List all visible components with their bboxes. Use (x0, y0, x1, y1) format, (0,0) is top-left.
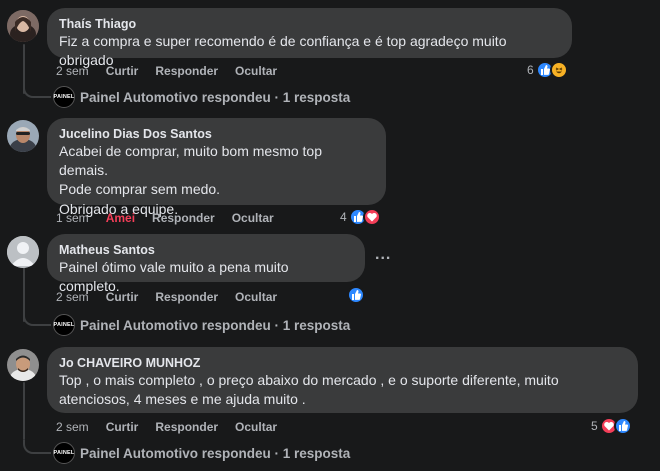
like-button[interactable]: Curtir (106, 290, 139, 304)
avatar[interactable] (7, 120, 39, 152)
love-reaction-button[interactable]: Amei (106, 211, 135, 225)
reply-button[interactable]: Responder (155, 64, 218, 78)
like-button[interactable]: Curtir (106, 64, 139, 78)
reply-summary[interactable]: Painel Automotivo respondeu · 1 resposta (80, 446, 350, 461)
comment-actions: 2 sem Curtir Responder Ocultar (56, 419, 294, 435)
hide-button[interactable]: Ocultar (235, 290, 277, 304)
comment-author[interactable]: Thaís Thiago (59, 16, 560, 32)
hide-button[interactable]: Ocultar (232, 211, 274, 225)
comment-timestamp[interactable]: 2 sem (56, 290, 89, 304)
reaction-count: 4 (340, 210, 347, 224)
comment-timestamp[interactable]: 1 sem (56, 211, 89, 225)
avatar[interactable] (7, 10, 39, 42)
comment-author[interactable]: Jo CHAVEIRO MUNHOZ (59, 355, 626, 371)
comment-bubble: Jo CHAVEIRO MUNHOZ Top , o mais completo… (47, 347, 638, 413)
comment-timestamp[interactable]: 2 sem (56, 420, 89, 434)
comment-text: atenciosos, 4 meses e me ajuda muito . (59, 391, 306, 407)
avatar[interactable] (7, 349, 39, 381)
haha-icon (549, 61, 568, 79)
hide-button[interactable]: Ocultar (235, 64, 277, 78)
comment-author[interactable]: Matheus Santos (59, 242, 353, 258)
page-avatar: PAINEL (53, 314, 75, 336)
comment-actions: 2 sem Curtir Responder Ocultar (56, 63, 294, 79)
reaction-count: 5 (591, 419, 598, 433)
comment-text: Acabei de comprar, muito bom mesmo top d… (59, 143, 323, 178)
like-icon (347, 286, 365, 304)
reply-button[interactable]: Responder (155, 420, 218, 434)
replies-link[interactable]: PAINEL Painel Automotivo respondeu · 1 r… (53, 442, 350, 464)
page-avatar: PAINEL (53, 86, 75, 108)
reply-button[interactable]: Responder (155, 290, 218, 304)
thread-connector (23, 84, 51, 98)
hide-button[interactable]: Ocultar (235, 420, 277, 434)
comment-bubble: Matheus Santos Painel ótimo vale muito a… (47, 234, 365, 294)
reply-summary[interactable]: Painel Automotivo respondeu · 1 resposta (80, 318, 350, 333)
comment-author[interactable]: Jucelino Dias Dos Santos (59, 126, 374, 142)
thread-connector (23, 312, 51, 326)
comment-text: Top , o mais completo , o preço abaixo d… (59, 372, 559, 388)
comment-actions: 2 sem Curtir Responder Ocultar (56, 289, 294, 305)
avatar[interactable] (7, 236, 39, 268)
comment-bubble: Thaís Thiago Fiz a compra e super recome… (47, 8, 572, 68)
comment-timestamp[interactable]: 2 sem (56, 64, 89, 78)
comment-actions: 1 sem Amei Responder Ocultar (56, 210, 291, 226)
like-icon (613, 417, 632, 435)
reaction-summary[interactable]: 6 (527, 61, 568, 79)
replies-link[interactable]: PAINEL Painel Automotivo respondeu · 1 r… (53, 86, 350, 108)
thread-line (23, 382, 25, 440)
reaction-summary[interactable]: 4 (340, 208, 381, 226)
replies-link[interactable]: PAINEL Painel Automotivo respondeu · 1 r… (53, 314, 350, 336)
more-options-button[interactable]: ... (375, 246, 391, 264)
love-icon (362, 208, 381, 226)
comment-text: Pode comprar sem medo. (59, 181, 221, 197)
reaction-summary[interactable] (345, 286, 365, 304)
reaction-summary[interactable]: 5 (591, 417, 632, 435)
comment-bubble: Jucelino Dias Dos Santos Acabei de compr… (47, 118, 386, 217)
reply-button[interactable]: Responder (152, 211, 215, 225)
page-avatar: PAINEL (53, 442, 75, 464)
thread-connector (23, 440, 51, 454)
like-button[interactable]: Curtir (106, 420, 139, 434)
reply-summary[interactable]: Painel Automotivo respondeu · 1 resposta (80, 90, 350, 105)
reaction-count: 6 (527, 63, 534, 77)
